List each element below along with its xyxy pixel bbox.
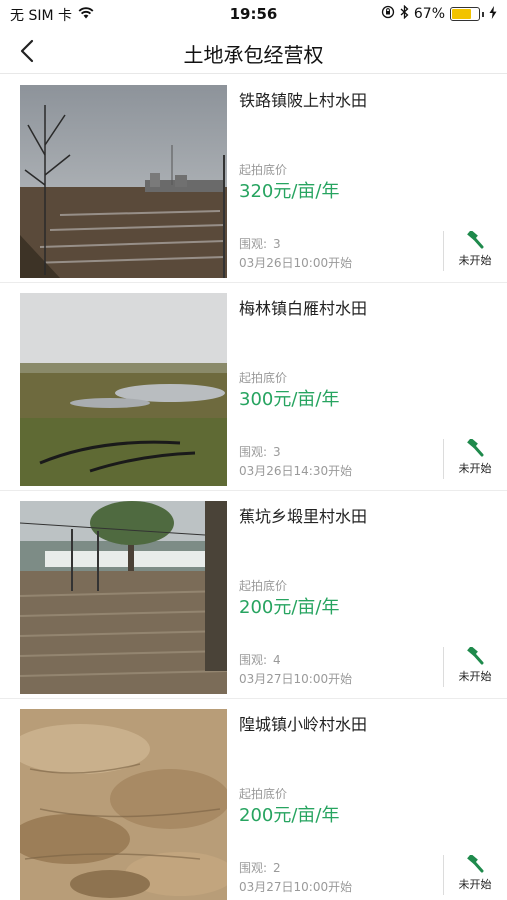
listing-photo	[20, 501, 227, 694]
listing-card[interactable]: 蕉坑乡塅里村水田 起拍底价 200元/亩/年 围观: 4 03月27日10:00开…	[0, 491, 507, 699]
views-label: 围观:	[239, 653, 268, 667]
views-label: 围观:	[239, 237, 268, 251]
listing-title: 隍城镇小岭村水田	[239, 715, 368, 734]
orientation-lock-icon	[381, 5, 395, 23]
listing-info: 隍城镇小岭村水田 起拍底价 200元/亩/年 围观: 2 03月27日10:00开…	[239, 709, 507, 900]
views-value: 3	[273, 237, 281, 251]
start-time: 03月27日10:00开始	[239, 672, 353, 686]
divider	[443, 439, 444, 479]
start-time: 03月26日10:00开始	[239, 256, 353, 270]
battery-icon	[450, 7, 480, 21]
battery-fill	[452, 9, 471, 19]
views-count: 围观: 3	[239, 235, 281, 252]
starting-price: 200元/亩/年	[239, 597, 340, 618]
price-label: 起拍底价	[239, 787, 288, 801]
nav-bar: 土地承包经营权	[0, 28, 507, 74]
bluetooth-icon	[400, 4, 409, 23]
auction-status: 未开始	[458, 462, 492, 475]
views-label: 围观:	[239, 445, 268, 459]
listing-title: 梅林镇白雁村水田	[239, 299, 368, 318]
views-count: 围观: 2	[239, 859, 281, 876]
divider	[443, 647, 444, 687]
divider	[443, 231, 444, 271]
auction-status: 未开始	[458, 254, 492, 267]
start-time: 03月27日10:00开始	[239, 880, 353, 894]
views-value: 3	[273, 445, 281, 459]
listing-photo	[20, 709, 227, 900]
starting-price: 300元/亩/年	[239, 389, 340, 410]
auction-status-button[interactable]: 未开始	[449, 855, 501, 897]
listing-photo	[20, 85, 227, 278]
listing-info: 蕉坑乡塅里村水田 起拍底价 200元/亩/年 围观: 4 03月27日10:00开…	[239, 501, 507, 694]
gavel-icon	[467, 231, 484, 249]
auction-status: 未开始	[458, 878, 492, 891]
views-count: 围观: 4	[239, 651, 281, 668]
price-label: 起拍底价	[239, 579, 288, 593]
page-title: 土地承包经营权	[183, 43, 324, 67]
listing-card[interactable]: 梅林镇白雁村水田 起拍底价 300元/亩/年 围观: 3 03月26日14:30开…	[0, 283, 507, 491]
listing-card[interactable]: 隍城镇小岭村水田 起拍底价 200元/亩/年 围观: 2 03月27日10:00开…	[0, 699, 507, 900]
listing-card[interactable]: 铁路镇陂上村水田 起拍底价 320元/亩/年 围观: 3 03月26日10:00开…	[0, 75, 507, 283]
price-label: 起拍底价	[239, 371, 288, 385]
views-count: 围观: 3	[239, 443, 281, 460]
charging-icon	[489, 5, 497, 23]
auction-status-button[interactable]: 未开始	[449, 439, 501, 481]
start-time: 03月26日14:30开始	[239, 464, 353, 478]
listing-title: 铁路镇陂上村水田	[239, 91, 368, 110]
views-value: 4	[273, 653, 281, 667]
listing-photo	[20, 293, 227, 486]
gavel-icon	[467, 647, 484, 665]
starting-price: 200元/亩/年	[239, 805, 340, 826]
starting-price: 320元/亩/年	[239, 181, 340, 202]
status-bar: 无 SIM 卡 19:56 67%	[0, 0, 507, 28]
views-value: 2	[273, 861, 281, 875]
divider	[443, 855, 444, 895]
battery-percent: 67%	[413, 6, 445, 22]
auction-status-button[interactable]: 未开始	[449, 647, 501, 689]
gavel-icon	[467, 439, 484, 457]
listing-list: 铁路镇陂上村水田 起拍底价 320元/亩/年 围观: 3 03月26日10:00开…	[0, 75, 507, 900]
views-label: 围观:	[239, 861, 268, 875]
status-right: 67%	[381, 4, 497, 23]
listing-title: 蕉坑乡塅里村水田	[239, 507, 368, 526]
listing-info: 铁路镇陂上村水田 起拍底价 320元/亩/年 围观: 3 03月26日10:00开…	[239, 85, 507, 278]
price-label: 起拍底价	[239, 163, 288, 177]
battery-tip	[482, 11, 484, 17]
listing-info: 梅林镇白雁村水田 起拍底价 300元/亩/年 围观: 3 03月26日14:30开…	[239, 293, 507, 486]
auction-status: 未开始	[458, 670, 492, 683]
gavel-icon	[467, 855, 484, 873]
auction-status-button[interactable]: 未开始	[449, 231, 501, 273]
